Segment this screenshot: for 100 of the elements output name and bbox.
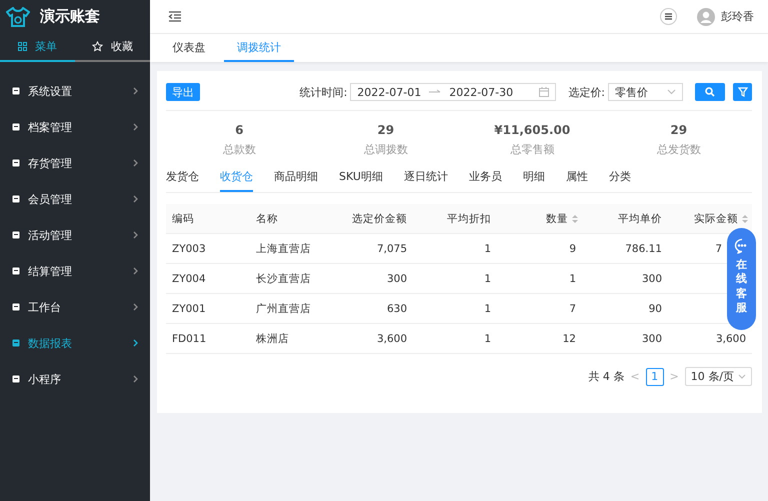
chevron-right-icon [133, 123, 138, 131]
sidebar-menu-item[interactable]: 活动管理 [0, 217, 150, 253]
menu-item-icon [12, 231, 20, 239]
sub-tab[interactable]: 逐日统计 [404, 165, 448, 192]
grid-icon [18, 42, 27, 51]
shirt-logo-icon [6, 6, 30, 26]
table-cell: 广州直营店 [256, 302, 311, 316]
table-cell: 长沙直营店 [256, 272, 311, 286]
stat-value: 6 [235, 123, 244, 137]
table-cell: ZY004 [172, 272, 206, 284]
table-cell: 7,075 [376, 242, 407, 254]
menu-item-icon [12, 87, 20, 95]
column-header: 选定价金额 [352, 212, 407, 226]
table-cell: 1 [484, 272, 491, 284]
table-cell: 株洲店 [256, 332, 289, 346]
filter-icon [738, 87, 748, 97]
table-cell: 12 [562, 332, 576, 344]
table-cell: 1 [484, 332, 491, 344]
chevron-right-icon [133, 267, 138, 275]
stat-value: ¥11,605.00 [494, 123, 570, 137]
column-header: 实际金额 [694, 212, 738, 226]
table-cell: 300 [642, 332, 662, 344]
date-label: 统计时间: [300, 84, 348, 100]
arrow-right-icon [429, 89, 442, 95]
chevron-down-icon [738, 374, 746, 379]
collapse-menu-icon[interactable] [168, 11, 182, 22]
sidebar-menu-item[interactable]: 数据报表 [0, 325, 150, 361]
avatar-icon[interactable] [697, 8, 715, 26]
sidebar-menu-item[interactable]: 小程序 [0, 361, 150, 397]
table-cell: 300 [642, 272, 662, 284]
table-cell: 上海直营店 [256, 242, 311, 256]
star-icon [92, 41, 103, 52]
table-cell: 9 [569, 242, 576, 254]
sidebar-menu-item[interactable]: 结算管理 [0, 253, 150, 289]
chevron-right-icon [133, 231, 138, 239]
table-cell: 300 [386, 272, 407, 284]
sub-tab[interactable]: 发货仓 [166, 165, 199, 192]
chevron-down-icon [667, 89, 676, 95]
menu-item-icon [12, 195, 20, 203]
table-cell: 90 [648, 302, 662, 314]
search-button[interactable] [695, 83, 725, 101]
menu-icon[interactable] [660, 8, 677, 25]
sidebar-tab[interactable]: 菜单 [0, 33, 75, 62]
search-icon [705, 87, 715, 97]
chevron-right-icon [133, 339, 138, 347]
menu-item-icon [12, 303, 20, 311]
table-cell: 1 [569, 272, 576, 284]
sidebar-menu-item[interactable]: 工作台 [0, 289, 150, 325]
table-cell: 786.11 [625, 242, 662, 254]
calendar-icon [539, 87, 550, 97]
date-range-field[interactable]: 2022-07-01 2022-07-30 [350, 83, 556, 101]
price-label: 选定价: [568, 84, 605, 100]
chevron-right-icon [133, 159, 138, 167]
menu-item-icon [12, 159, 20, 167]
user-name[interactable]: 彭玲香 [721, 9, 754, 24]
table-cell: 630 [386, 302, 407, 314]
sort-icon[interactable] [572, 214, 578, 224]
chevron-right-icon [133, 375, 138, 383]
menu-item-icon [12, 267, 20, 275]
column-header: 数量 [546, 212, 568, 226]
sort-icon[interactable] [742, 214, 748, 224]
chevron-right-icon [133, 87, 138, 95]
chevron-right-icon [133, 303, 138, 311]
stat-value: 29 [377, 123, 394, 137]
table-cell: 1 [484, 242, 491, 254]
column-header: 平均单价 [618, 212, 662, 226]
sub-tab[interactable]: SKU明细 [339, 165, 383, 192]
table-cell: ZY003 [172, 242, 206, 254]
sidebar-menu-item[interactable]: 会员管理 [0, 181, 150, 217]
menu-item-icon [12, 375, 20, 383]
table-cell: 3,600 [716, 332, 746, 344]
menu-item-icon [12, 339, 20, 347]
total-count: 共 4 条 [588, 369, 624, 384]
sidebar-menu-item[interactable]: 档案管理 [0, 109, 150, 145]
table-cell: ZY001 [172, 302, 206, 314]
brand-title: 演示账套 [40, 7, 100, 26]
sub-tab[interactable]: 商品明细 [274, 165, 318, 192]
sub-tab[interactable]: 分类 [608, 165, 631, 192]
stat-label: 总款数 [222, 142, 256, 157]
sub-tab[interactable]: 明细 [522, 165, 545, 192]
online-service-button[interactable]: 在线客服 [727, 228, 756, 330]
sidebar-menu-item[interactable]: 系统设置 [0, 73, 150, 109]
stat-label: 总零售额 [510, 142, 554, 157]
stat-label: 总发货数 [656, 142, 701, 157]
menu-item-icon [12, 123, 20, 131]
price-select[interactable]: 零售价 [608, 83, 683, 101]
column-header: 编码 [172, 212, 194, 226]
table-cell: 3,600 [376, 332, 407, 344]
page-size-select[interactable]: 10 条/页 [684, 367, 752, 386]
page-tab[interactable]: 仪表盘 [154, 34, 224, 62]
table-cell: 7 [569, 302, 576, 314]
sub-tab[interactable]: 业务员 [468, 165, 502, 192]
stat-value: 29 [670, 123, 688, 137]
table-cell: 7 [715, 242, 722, 254]
filter-button[interactable] [733, 83, 752, 101]
sidebar-menu-item[interactable]: 存货管理 [0, 145, 150, 181]
table-cell: FD011 [172, 332, 206, 344]
sub-tab[interactable]: 属性 [566, 165, 588, 192]
column-header: 名称 [256, 212, 278, 226]
stat-label: 总调拨数 [364, 142, 408, 157]
